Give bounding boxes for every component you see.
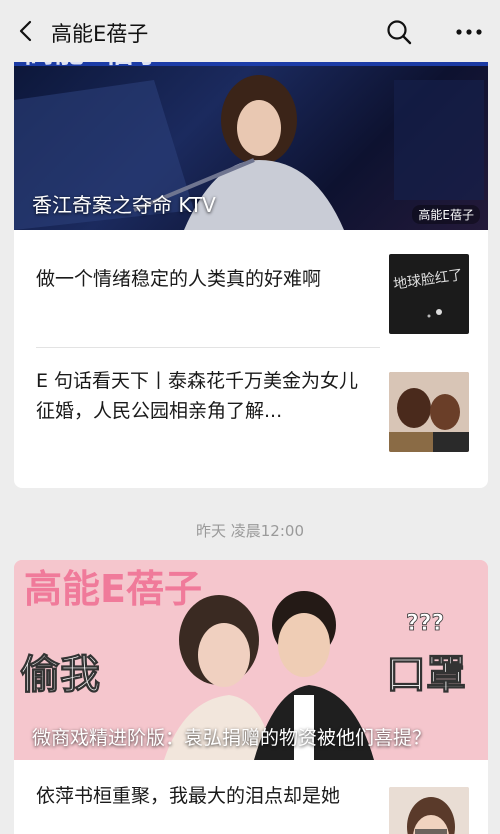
top-bar: 高能E蓓子 <box>0 0 500 62</box>
cover-title: 香江奇案之夺命 KTV <box>32 193 216 217</box>
timestamp: 昨天 凌晨12:00 <box>196 522 304 540</box>
divider <box>36 347 380 348</box>
article-title: 依萍书桓重聚，我最大的泪点却是她 <box>36 785 341 807</box>
cover-article[interactable]: 高能E蓓子 香江奇案之夺命 KTV 高能E蓓子 <box>14 40 488 230</box>
list-item[interactable]: E 句话看天下丨泰森花千万美金为女儿征婚，人民公园相亲角了解... <box>14 350 488 480</box>
search-icon[interactable] <box>386 19 412 45</box>
list-item[interactable]: 依萍书桓重聚，我最大的泪点却是她 <box>14 765 488 834</box>
svg-text:偷我: 偷我 <box>20 652 100 698</box>
article-card-1: 高能E蓓子 香江奇案之夺命 KTV 高能E蓓子 做一个情绪稳定的人类真的好难啊 … <box>14 40 488 488</box>
article-thumbnail: 地球脸红了 <box>389 254 469 334</box>
back-arrow-icon[interactable] <box>14 19 38 43</box>
page-title: 高能E蓓子 <box>51 22 149 46</box>
more-icon[interactable] <box>455 21 483 43</box>
svg-text:地球脸红了: 地球脸红了 <box>392 267 464 293</box>
article-thumbnail <box>389 372 469 452</box>
list-item[interactable]: 做一个情绪稳定的人类真的好难啊 地球脸红了 <box>14 238 488 348</box>
svg-text:口罩: 口罩 <box>386 652 466 698</box>
watermark: 高能E蓓子 <box>412 205 480 224</box>
svg-text:???: ??? <box>406 611 444 636</box>
article-title: 做一个情绪稳定的人类真的好难啊 <box>36 268 322 290</box>
banner-text: 高能E蓓子 <box>24 567 202 611</box>
cover-title: 微商戏精进阶版：袁弘捐赠的物资被他们喜提？ <box>32 727 432 749</box>
article-thumbnail <box>389 787 469 834</box>
article-card-2: 高能E蓓子 偷我 口罩 ??? 微商戏精进阶版：袁弘捐赠的物资被他们喜提？ 依萍… <box>14 560 488 834</box>
article-title: E 句话看天下丨泰森花千万美金为女儿征婚，人民公园相亲角了解... <box>36 370 359 422</box>
cover-article[interactable]: 高能E蓓子 偷我 口罩 ??? 微商戏精进阶版：袁弘捐赠的物资被他们喜提？ <box>14 560 488 760</box>
